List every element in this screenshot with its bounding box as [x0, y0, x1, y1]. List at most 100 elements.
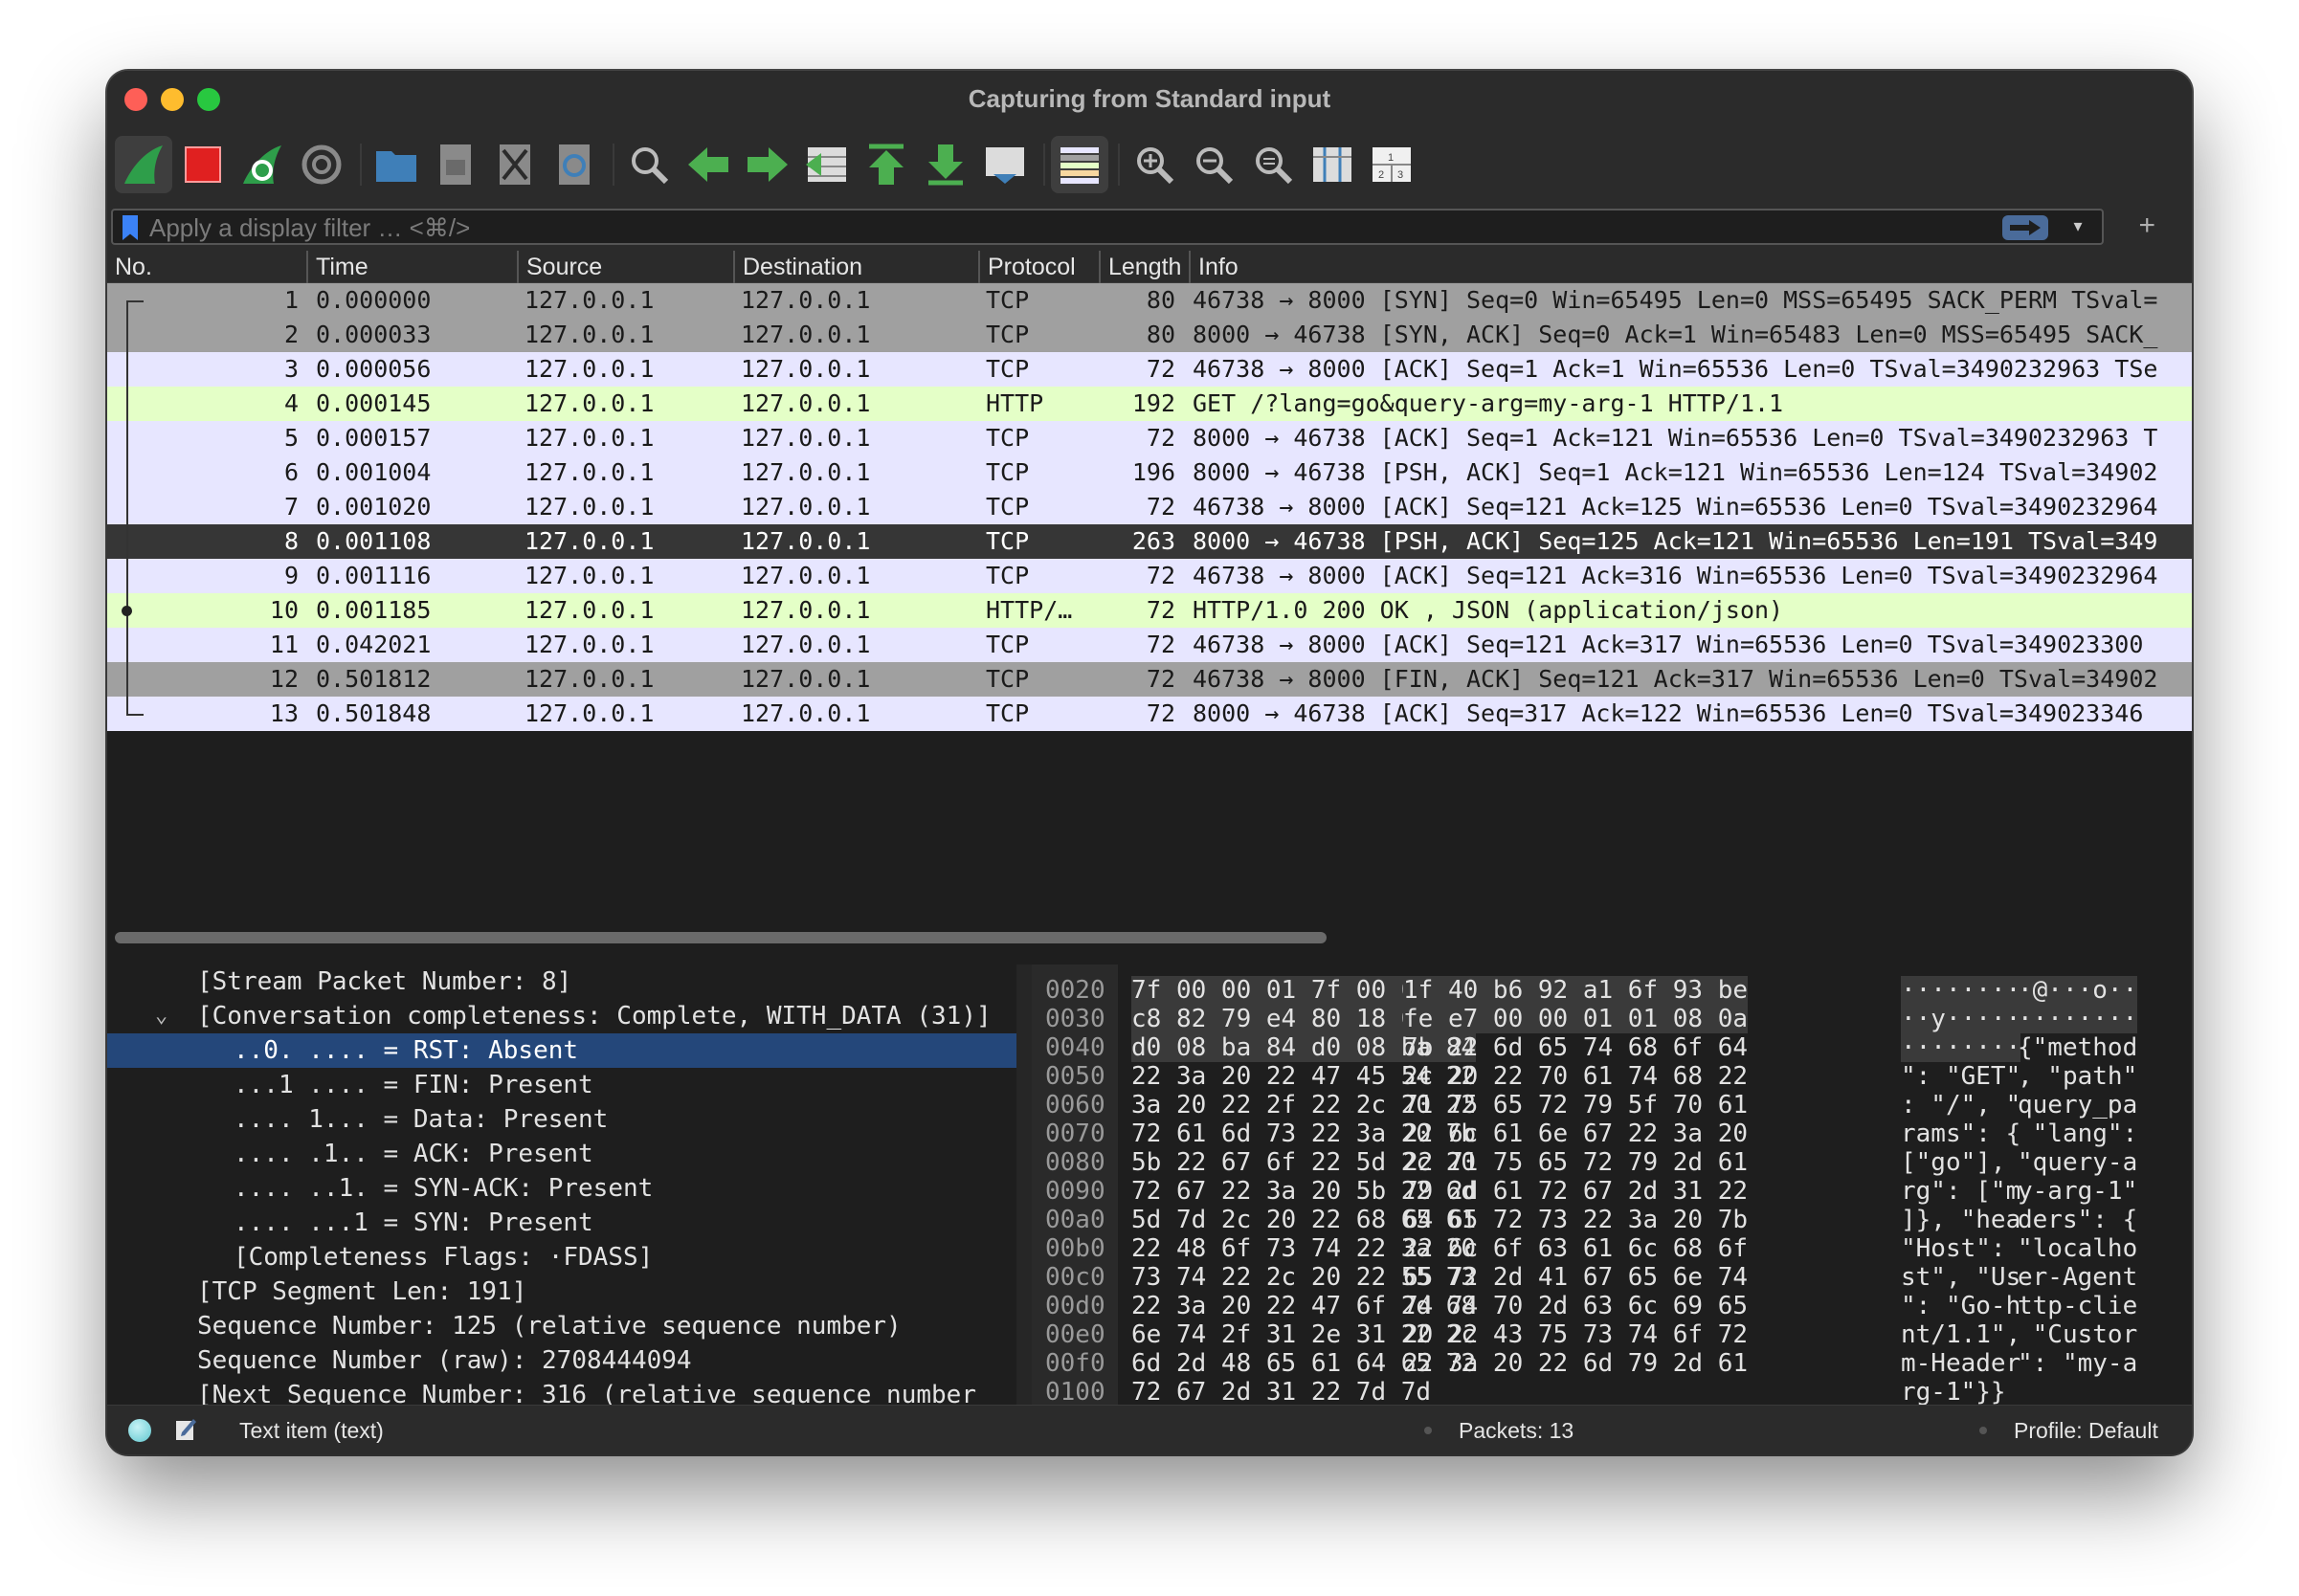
packet-time: 0.042021 [316, 631, 432, 658]
filter-history-dropdown[interactable]: ▾ [2064, 216, 2092, 241]
zoom-in-button[interactable] [1126, 136, 1183, 193]
add-filter-button-plus-icon[interactable]: + [2138, 209, 2155, 243]
open-file-button[interactable] [368, 136, 425, 193]
column-header-protocol[interactable]: Protocol [978, 251, 1099, 283]
display-filter-input[interactable] [149, 212, 1968, 243]
hex-row[interactable]: 00c0 73 74 22 2c 20 22 55 73 65 72 2d 41 6… [1032, 1263, 2192, 1292]
hex-row[interactable]: 00d0 22 3a 20 22 47 6f 2d 68 74 74 70 2d 6… [1032, 1292, 2192, 1320]
hex-row[interactable]: 00f0 6d 2d 48 65 61 64 65 72 22 3a 20 22 6… [1032, 1349, 2192, 1378]
first-packet-button[interactable] [858, 136, 915, 193]
open-file-icon [376, 151, 416, 182]
colorize-button[interactable] [1051, 136, 1108, 193]
hex-offset: 0100 [1045, 1378, 1105, 1405]
packet-row[interactable]: 1 0.000000 127.0.0.1 127.0.0.1 TCP 80 46738 → … [107, 283, 2192, 318]
hex-row[interactable]: 00b0 22 48 6f 73 74 22 3a 20 22 6c 6f 63 6… [1032, 1234, 2192, 1263]
ascii-bytes: rg": ["m [1901, 1177, 2021, 1206]
go-back-button[interactable] [680, 136, 737, 193]
expert-info-led-icon[interactable] [128, 1419, 151, 1442]
packet-row[interactable]: 11 0.042021 127.0.0.1 127.0.0.1 TCP 72 46738 →… [107, 628, 2192, 662]
column-header-source[interactable]: Source [517, 251, 733, 283]
conversation-bracket-start [126, 300, 144, 302]
zoom-reset-button[interactable] [1244, 136, 1302, 193]
ascii-bytes: ········ [1901, 1033, 2021, 1062]
packet-row[interactable]: 5 0.000157 127.0.0.1 127.0.0.1 TCP 72 8000 → 4… [107, 421, 2192, 455]
packet-protocol: TCP [986, 493, 1030, 521]
detail-tree-item[interactable]: ..0. .... = RST: Absent [107, 1033, 1016, 1068]
start-capture-button[interactable] [115, 136, 172, 193]
filter-bookmark-icon[interactable] [123, 215, 138, 240]
detail-tree-item[interactable]: .... ..1. = SYN-ACK: Present [107, 1171, 1016, 1206]
find-packet-icon [632, 147, 669, 185]
status-packet-count: Packets: 13 [1459, 1418, 1574, 1443]
hex-row[interactable]: 0050 22 3a 20 22 47 45 54 22 2c 20 22 70 6… [1032, 1062, 2192, 1091]
detail-tree-item[interactable]: [Stream Packet Number: 8] [107, 964, 1016, 999]
packet-row[interactable]: 12 0.501812 127.0.0.1 127.0.0.1 TCP 72 46738 →… [107, 662, 2192, 697]
packet-row[interactable]: 2 0.000033 127.0.0.1 127.0.0.1 TCP 80 8000 → 4… [107, 318, 2192, 352]
detail-tree-item[interactable]: .... ...1 = SYN: Present [107, 1206, 1016, 1240]
hex-row[interactable]: 00e0 6e 74 2f 31 2e 31 22 2c 20 22 43 75 7… [1032, 1320, 2192, 1349]
packet-source: 127.0.0.1 [525, 631, 655, 658]
last-packet-button[interactable] [917, 136, 974, 193]
packet-row[interactable]: 10 0.001185 127.0.0.1 127.0.0.1 HTTP/… 72 HTTP… [107, 593, 2192, 628]
zoom-out-button[interactable] [1185, 136, 1242, 193]
save-file-button[interactable] [427, 136, 484, 193]
status-profile[interactable]: Profile: Default [2014, 1418, 2158, 1444]
packet-row[interactable]: 7 0.001020 127.0.0.1 127.0.0.1 TCP 72 46738 → … [107, 490, 2192, 524]
packet-row[interactable]: 9 0.001116 127.0.0.1 127.0.0.1 TCP 72 46738 → … [107, 559, 2192, 593]
detail-tree-item[interactable]: [Completeness Flags: ·FDASS] [107, 1240, 1016, 1275]
column-header-info[interactable]: Info [1189, 251, 2192, 283]
find-packet-button[interactable] [620, 136, 678, 193]
detail-tree-item[interactable]: ⌄ [Conversation completeness: Complete, W… [107, 999, 1016, 1033]
detail-tree-item[interactable]: Sequence Number: 125 (relative sequence … [107, 1309, 1016, 1343]
hex-row[interactable]: 0070 72 61 6d 73 22 3a 20 7b 22 6c 61 6e 6… [1032, 1119, 2192, 1148]
resize-columns-button[interactable] [1304, 136, 1361, 193]
hex-row[interactable]: 0040 d0 08 ba 84 d0 08 ba 84 7b 22 6d 65 7… [1032, 1033, 2192, 1062]
packet-row[interactable]: 6 0.001004 127.0.0.1 127.0.0.1 TCP 196 8000 → … [107, 455, 2192, 490]
go-to-packet-button[interactable] [798, 136, 856, 193]
detail-tree-item[interactable]: Sequence Number (raw): 2708444094 [107, 1343, 1016, 1378]
ascii-bytes: y-arg-1" [2018, 1177, 2138, 1206]
hex-offset: 00d0 [1045, 1292, 1105, 1320]
column-header-destination[interactable]: Destination [733, 251, 978, 283]
detail-tree-item[interactable]: .... 1... = Data: Present [107, 1102, 1016, 1137]
restart-capture-button[interactable] [234, 136, 291, 193]
hex-row[interactable]: 0080 5b 22 67 6f 22 5d 2c 20 22 71 75 65 7… [1032, 1148, 2192, 1177]
packet-row[interactable]: 13 0.501848 127.0.0.1 127.0.0.1 TCP 72 8000 → … [107, 697, 2192, 731]
resize-columns-icon [1313, 147, 1351, 182]
column-header-length[interactable]: Length [1099, 251, 1189, 283]
column-header-no[interactable]: No. [107, 251, 306, 283]
hex-row[interactable]: 00a0 5d 7d 2c 20 22 68 65 61 64 65 72 73 2… [1032, 1206, 2192, 1234]
apply-filter-button[interactable] [2002, 215, 2048, 240]
go-forward-button[interactable] [739, 136, 796, 193]
detail-tree-item[interactable]: ...1 .... = FIN: Present [107, 1068, 1016, 1102]
packet-row[interactable]: 8 0.001108 127.0.0.1 127.0.0.1 TCP 263 8000 → … [107, 524, 2192, 559]
packet-source: 127.0.0.1 [525, 562, 655, 589]
capture-comment-edit-icon[interactable] [174, 1417, 197, 1442]
hex-row[interactable]: 0090 72 67 22 3a 20 5b 22 6d 79 2d 61 72 6… [1032, 1177, 2192, 1206]
hex-row[interactable]: 0100 72 67 2d 31 22 7d 7d rg-1"}} [1032, 1378, 2192, 1405]
pane-splitter[interactable] [1016, 964, 1032, 1405]
hex-bytes: 22 6c 61 6e 67 22 3a 20 [1403, 1119, 1749, 1148]
zoom-in-icon [1137, 147, 1174, 185]
column-header-time[interactable]: Time [306, 251, 525, 283]
pane-layout-button[interactable]: 12 3 [1363, 136, 1420, 193]
detail-tree-item[interactable]: [Next Sequence Number: 316 (relative seq… [107, 1378, 1016, 1405]
ascii-bytes: ··y····· [1901, 1005, 2021, 1033]
related-packet-dot-icon [122, 606, 132, 616]
hex-row[interactable]: 0030 c8 82 79 e4 80 18 01 00 fe e7 00 00 0… [1032, 1005, 2192, 1033]
detail-tree-label: [TCP Segment Len: 191] [197, 1277, 527, 1306]
stop-capture-button[interactable] [174, 136, 232, 193]
hex-row[interactable]: 0020 7f 00 00 01 7f 00 00 01 1f 40 b6 92 a… [1032, 976, 2192, 1005]
detail-tree-item[interactable]: [TCP Segment Len: 191] [107, 1275, 1016, 1309]
packet-row[interactable]: 4 0.000145 127.0.0.1 127.0.0.1 HTTP 192 GET /?… [107, 387, 2192, 421]
auto-scroll-button[interactable] [976, 136, 1034, 193]
reload-file-button[interactable] [546, 136, 603, 193]
hex-row[interactable]: 0060 3a 20 22 2f 22 2c 20 22 71 75 65 72 7… [1032, 1091, 2192, 1119]
capture-options-button[interactable] [293, 136, 350, 193]
detail-tree-item[interactable]: .... .1.. = ACK: Present [107, 1137, 1016, 1171]
close-file-button[interactable] [486, 136, 544, 193]
chevron-down-icon[interactable]: ⌄ [155, 999, 167, 1033]
hex-bytes: 22 6c 6f 63 61 6c 68 6f [1403, 1234, 1749, 1263]
packet-row[interactable]: 3 0.000056 127.0.0.1 127.0.0.1 TCP 72 46738 → … [107, 352, 2192, 387]
packet-list-horizontal-scrollbar[interactable] [115, 932, 1327, 943]
